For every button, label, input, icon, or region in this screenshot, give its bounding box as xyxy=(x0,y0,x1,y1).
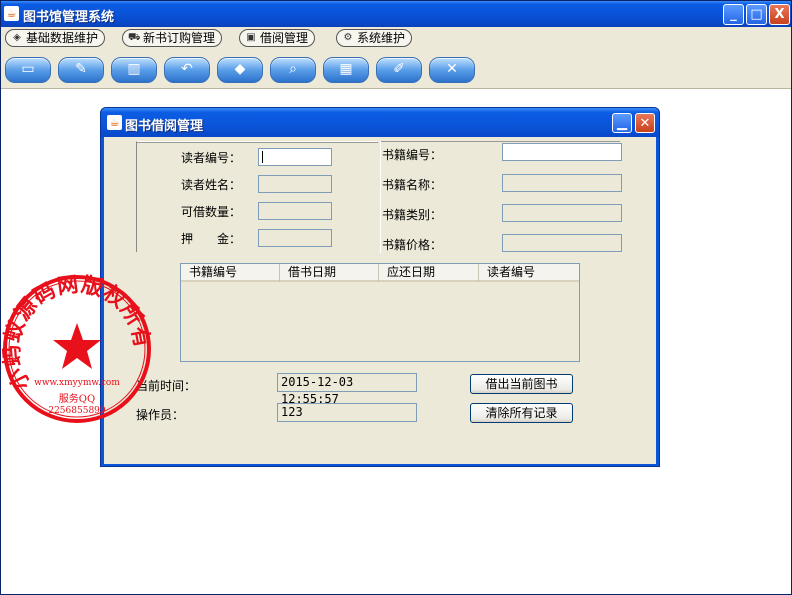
java-cup-icon: ☕ xyxy=(107,115,122,130)
gears-icon: ⚙ xyxy=(343,32,353,43)
text-caret xyxy=(262,151,263,163)
reader-info-group xyxy=(136,141,378,252)
menu-system-maintenance-label: 系统维护 xyxy=(357,31,406,45)
tools-exit-icon: ✕ xyxy=(446,61,458,77)
borrow-records-table[interactable]: 书籍编号 借书日期 应还日期 读者编号 xyxy=(180,263,580,362)
chart-icon: ▦ xyxy=(339,61,353,77)
stamp-service: 服务QQ xyxy=(59,392,95,405)
table-header: 书籍编号 借书日期 应还日期 读者编号 xyxy=(181,264,579,282)
toolbar-exit-button[interactable]: ✕ xyxy=(429,57,475,83)
toolbar: ▭ ✎ ▥ ↶ ◆ ⌕ ▦ ✐ ✕ xyxy=(1,49,791,89)
borrow-book-button[interactable]: 借出当前图书 xyxy=(470,374,573,394)
book-type-label: 书籍类别： xyxy=(382,208,443,222)
operator-field[interactable]: 123 xyxy=(277,403,417,422)
menubar: ◈ 基础数据维护 ⛟ 新书订购管理 ▣ 借阅管理 ⚙ 系统维护 xyxy=(1,27,791,49)
menu-borrow-management[interactable]: ▣ 借阅管理 xyxy=(239,29,316,47)
book-id-field[interactable] xyxy=(502,143,622,161)
toolbar-chart-button[interactable]: ▦ xyxy=(323,57,369,83)
box-icon: ◆ xyxy=(234,61,246,77)
toolbar-document-button[interactable]: ✐ xyxy=(376,57,422,83)
clear-records-button[interactable]: 清除所有记录 xyxy=(470,403,573,423)
toolbar-return-button[interactable]: ↶ xyxy=(164,57,210,83)
borrow-quota-field[interactable] xyxy=(258,202,332,220)
frame-minimize-button[interactable]: ▁ xyxy=(612,113,632,133)
book-name-label: 书籍名称： xyxy=(382,178,443,192)
books-icon: ▥ xyxy=(127,61,141,77)
magnifier-icon: ⌕ xyxy=(289,61,297,77)
frame-titlebar[interactable]: ☕ 图书借阅管理 ▁ ✕ xyxy=(101,108,659,137)
borrow-management-frame: ☕ 图书借阅管理 ▁ ✕ 读者编号： 读者姓名： 可借数量： 押 金： 书籍编号… xyxy=(100,107,660,467)
book-price-label: 书籍价格： xyxy=(382,238,443,252)
toolbar-books-button[interactable]: ▥ xyxy=(111,57,157,83)
menu-basic-data[interactable]: ◈ 基础数据维护 xyxy=(5,29,106,47)
menu-basic-data-label: 基础数据维护 xyxy=(26,31,99,45)
frame-close-button[interactable]: ✕ xyxy=(635,113,655,133)
column-header[interactable]: 书籍编号 xyxy=(181,264,280,282)
menu-system-maintenance[interactable]: ⚙ 系统维护 xyxy=(336,29,413,47)
deposit-field[interactable] xyxy=(258,229,332,247)
stamp-url: www.xmyymw.com xyxy=(34,378,120,388)
lock-icon: ▣ xyxy=(246,32,256,43)
menu-new-book-order[interactable]: ⛟ 新书订购管理 xyxy=(122,29,223,47)
current-time-value: 2015-12-03 12:55:57 xyxy=(281,375,354,406)
column-header[interactable]: 应还日期 xyxy=(379,264,479,282)
cart-icon: ⛟ xyxy=(128,32,141,43)
toolbar-pencil-button[interactable]: ✎ xyxy=(58,57,104,83)
book-price-field[interactable] xyxy=(502,234,622,252)
main-titlebar[interactable]: ☕ 图书馆管理系统 _ □ X xyxy=(1,1,791,27)
toolbar-box-button[interactable]: ◆ xyxy=(217,57,263,83)
column-header[interactable]: 借书日期 xyxy=(280,264,379,282)
cube-icon: ◈ xyxy=(13,32,21,43)
toolbar-search-button[interactable]: ⌕ xyxy=(270,57,316,83)
app-title: 图书馆管理系统 xyxy=(23,10,115,25)
maximize-button[interactable]: □ xyxy=(746,4,767,25)
menu-new-book-order-label: 新书订购管理 xyxy=(143,31,216,45)
book-id-label: 书籍编号： xyxy=(382,148,443,162)
star-icon xyxy=(53,323,101,369)
java-cup-icon: ☕ xyxy=(4,6,19,21)
borrow-quota-label: 可借数量： xyxy=(181,205,242,219)
document-edit-icon: ✐ xyxy=(393,61,405,77)
reader-name-label: 读者姓名： xyxy=(181,178,242,192)
book-name-field[interactable] xyxy=(502,174,622,192)
reader-name-field[interactable] xyxy=(258,175,332,193)
minimize-button[interactable]: _ xyxy=(723,4,744,25)
copyright-stamp: 小蚂蚁源码网版权所有 www.xmyymw.com 服务QQ 225685589… xyxy=(1,273,153,423)
menu-borrow-management-label: 借阅管理 xyxy=(260,31,309,45)
column-header[interactable]: 读者编号 xyxy=(479,264,579,282)
book-icon: ▭ xyxy=(21,61,35,77)
reader-id-field[interactable] xyxy=(258,148,332,166)
reader-id-label: 读者编号： xyxy=(181,151,242,165)
stamp-qq: 2256855899 xyxy=(48,406,106,416)
return-icon: ↶ xyxy=(181,61,193,77)
close-button[interactable]: X xyxy=(769,4,790,25)
main-window: ☕ 图书馆管理系统 _ □ X ◈ 基础数据维护 ⛟ 新书订购管理 ▣ 借阅管理… xyxy=(0,0,792,595)
frame-body: 读者编号： 读者姓名： 可借数量： 押 金： 书籍编号： 书籍名称： 书籍类别：… xyxy=(104,137,656,464)
current-time-field[interactable]: 2015-12-03 12:55:57 xyxy=(277,373,417,406)
frame-title: 图书借阅管理 xyxy=(125,119,204,134)
deposit-label: 押 金： xyxy=(181,232,242,246)
book-type-field[interactable] xyxy=(502,204,622,222)
operator-value: 123 xyxy=(281,405,303,419)
pencil-icon: ✎ xyxy=(75,61,87,77)
toolbar-book-button[interactable]: ▭ xyxy=(5,57,51,83)
